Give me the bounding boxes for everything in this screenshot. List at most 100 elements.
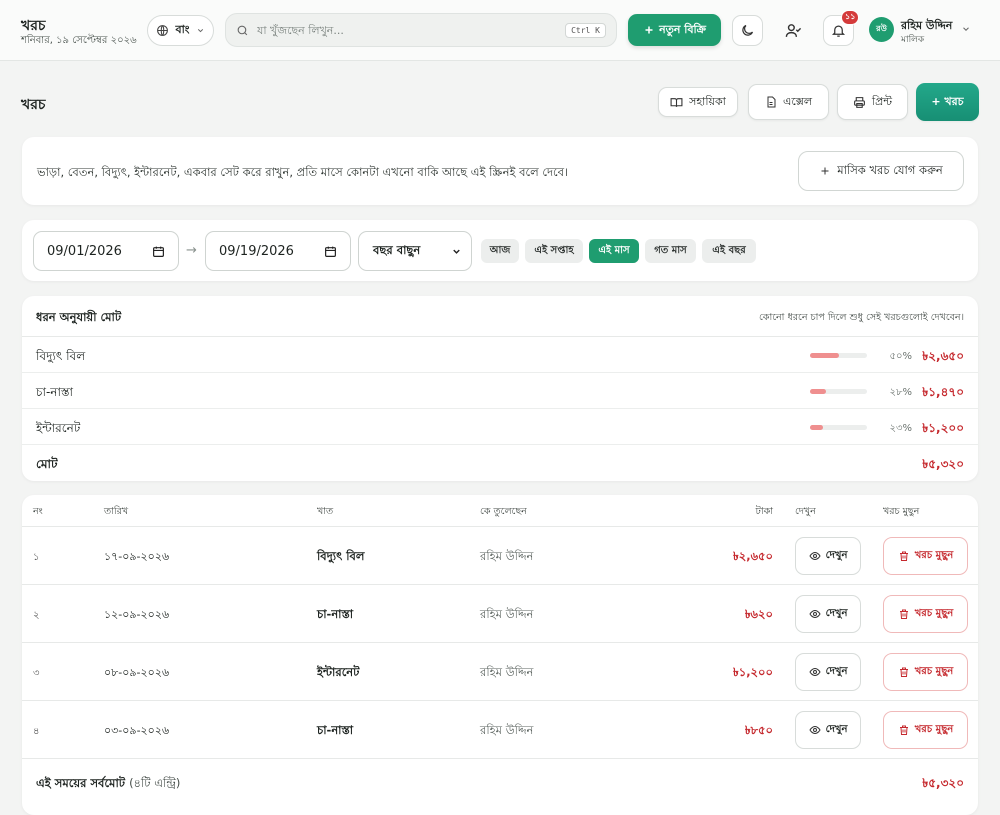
row-date: ১২-০৯-২০২৬ [104, 608, 170, 621]
search-icon [236, 24, 249, 37]
search-bar[interactable]: Ctrl K [225, 13, 617, 47]
delete-button[interactable]: খরচ মুছুন [883, 595, 968, 633]
printer-icon [853, 96, 866, 109]
row-no: ৪ [33, 726, 40, 737]
view-label: দেখুন [825, 607, 848, 619]
chevron-down-icon [451, 246, 462, 257]
avatar[interactable]: রউ [869, 17, 894, 42]
expense-table: নং তারিখ খাত কে তুলেছেন টাকা দেখুন খরচ ম… [22, 495, 978, 815]
date-range-arrow: → [186, 243, 197, 258]
row-amount: ৳৮৫০ [744, 723, 773, 737]
chip-this-year[interactable]: এই বছর [702, 239, 756, 263]
row-amount: ৳৬২০ [744, 607, 773, 621]
row-no: ৩ [33, 668, 40, 679]
table-row: ৪ ০৩-০৯-২০২৬ চা-নাস্তা রহিম উদ্দিন ৳৮৫০ … [22, 701, 978, 759]
view-button[interactable]: দেখুন [795, 537, 861, 575]
summary-amount: ৳২,৬৫০ [922, 349, 964, 363]
delete-button[interactable]: খরচ মুছুন [883, 537, 968, 575]
eye-icon [808, 550, 821, 562]
print-label: প্রিন্ট [871, 94, 892, 108]
summary-amount: ৳১,২০০ [922, 421, 964, 435]
category-summary-card: ধরন অনুযায়ী মোট কোনো ধরনে চাপ দিলে শুধু… [22, 296, 978, 481]
summary-row[interactable]: চা-নাস্তা ২৮% ৳১,৪৭০ [22, 373, 978, 409]
current-date: শনিবার, ১৯ সেপ্টেম্বর ২০২৬ [21, 35, 137, 46]
col-header-delete: খরচ মুছুন [883, 506, 920, 517]
chip-this-week[interactable]: এই সপ্তাহ [525, 239, 583, 263]
plus-icon [643, 24, 655, 36]
delete-button[interactable]: খরচ মুছুন [883, 653, 968, 691]
add-expense-button[interactable]: + খরচ [916, 83, 979, 121]
date-filter-card: 09/01/2026 → 09/19/2026 বছর বাছুন আজ এই … [22, 220, 978, 281]
new-sale-label: নতুন বিক্রি [659, 22, 706, 36]
summary-row[interactable]: বিদ্যুৎ বিল ৫০% ৳২,৬৫০ [22, 337, 978, 373]
summary-title: ধরন অনুযায়ী মোট [36, 310, 122, 324]
share-bar-fill [810, 389, 826, 394]
summary-row[interactable]: ইন্টারনেট ২৩% ৳১,২০০ [22, 409, 978, 445]
row-category: বিদ্যুৎ বিল [317, 549, 365, 563]
view-label: দেখুন [825, 549, 848, 561]
to-date-value: 09/19/2026 [219, 243, 294, 259]
row-amount: ৳২,৬৫০ [733, 549, 773, 563]
guide-button[interactable]: সহায়িকা [658, 87, 738, 117]
trash-icon [898, 608, 910, 620]
chevron-down-icon[interactable] [961, 24, 971, 34]
year-select[interactable]: বছর বাছুন [358, 231, 472, 271]
from-date-input[interactable]: 09/01/2026 [33, 231, 179, 271]
col-header-date: তারিখ [104, 506, 129, 517]
trash-icon [898, 666, 910, 678]
summary-percent: ৫০% [889, 351, 913, 362]
view-button[interactable]: দেখুন [795, 595, 861, 633]
notification-badge: ১১ [841, 10, 860, 25]
view-button[interactable]: দেখুন [795, 653, 861, 691]
summary-category: চা-নাস্তা [36, 385, 74, 399]
share-bar-fill [810, 425, 824, 430]
new-sale-button[interactable]: নতুন বিক্রি [628, 14, 721, 46]
add-monthly-expense-button[interactable]: মাসিক খরচ যোগ করুন [798, 151, 964, 191]
row-date: ১৭-০৯-২০২৬ [104, 550, 170, 563]
chip-today[interactable]: আজ [481, 239, 519, 263]
eye-icon [808, 608, 821, 620]
language-switcher[interactable]: বাং [147, 15, 214, 46]
row-category: ইন্টারনেট [317, 665, 360, 679]
delete-label: খরচ মুছুন [914, 549, 954, 561]
theme-toggle-button[interactable] [732, 15, 763, 46]
chip-last-month[interactable]: গত মাস [645, 239, 696, 263]
chip-this-month[interactable]: এই মাস [589, 239, 639, 263]
excel-button[interactable]: এক্সেল [748, 84, 829, 120]
row-by: রহিম উদ্দিন [480, 665, 534, 679]
from-date-value: 09/01/2026 [47, 243, 122, 259]
col-header-by: কে তুলেছেন [480, 506, 527, 517]
grand-total-text: এই সময়ের সর্বমোট [36, 776, 126, 790]
row-date: ০৮-০৯-২০২৬ [104, 666, 170, 679]
table-row: ১ ১৭-০৯-২০২৬ বিদ্যুৎ বিল রহিম উদ্দিন ৳২,… [22, 527, 978, 585]
staff-button[interactable] [778, 15, 809, 46]
recurring-info-text: ভাড়া, বেতন, বিদ্যুৎ, ইন্টারনেট, একবার স… [37, 165, 569, 179]
grand-total-row: এই সময়ের সর্বমোট (৪টি এন্ট্রি) ৳৫,৩২০ [22, 763, 978, 799]
view-label: দেখুন [825, 665, 848, 677]
top-bar: খরচ শনিবার, ১৯ সেপ্টেম্বর ২০২৬ বাং Ctrl … [0, 0, 1000, 61]
delete-button[interactable]: খরচ মুছুন [883, 711, 968, 749]
summary-header: ধরন অনুযায়ী মোট কোনো ধরনে চাপ দিলে শুধু… [22, 296, 978, 337]
col-header-amount: টাকা [755, 506, 773, 517]
guide-label: সহায়িকা [689, 94, 726, 108]
calendar-icon[interactable] [324, 245, 337, 258]
view-label: দেখুন [825, 723, 848, 735]
summary-total-row: মোট ৳৫,৩২০ [22, 445, 978, 481]
search-shortcut: Ctrl K [565, 22, 606, 38]
user-check-icon [785, 22, 802, 39]
delete-label: খরচ মুছুন [914, 607, 954, 619]
row-by: রহিম উদ্দিন [480, 549, 534, 563]
bell-icon [831, 23, 846, 38]
view-button[interactable]: দেখুন [795, 711, 861, 749]
print-button[interactable]: প্রিন্ট [837, 84, 908, 120]
row-category: চা-নাস্তা [317, 607, 354, 621]
year-select-value: বছর বাছুন [373, 242, 421, 257]
plus-icon [819, 165, 831, 177]
delete-label: খরচ মুছুন [914, 665, 954, 677]
grand-total-count: (৪টি এন্ট্রি) [129, 776, 181, 790]
col-header-category: খাত [317, 506, 334, 517]
row-by: রহিম উদ্দিন [480, 723, 534, 737]
to-date-input[interactable]: 09/19/2026 [205, 231, 351, 271]
search-input[interactable] [257, 23, 558, 37]
calendar-icon[interactable] [152, 245, 165, 258]
